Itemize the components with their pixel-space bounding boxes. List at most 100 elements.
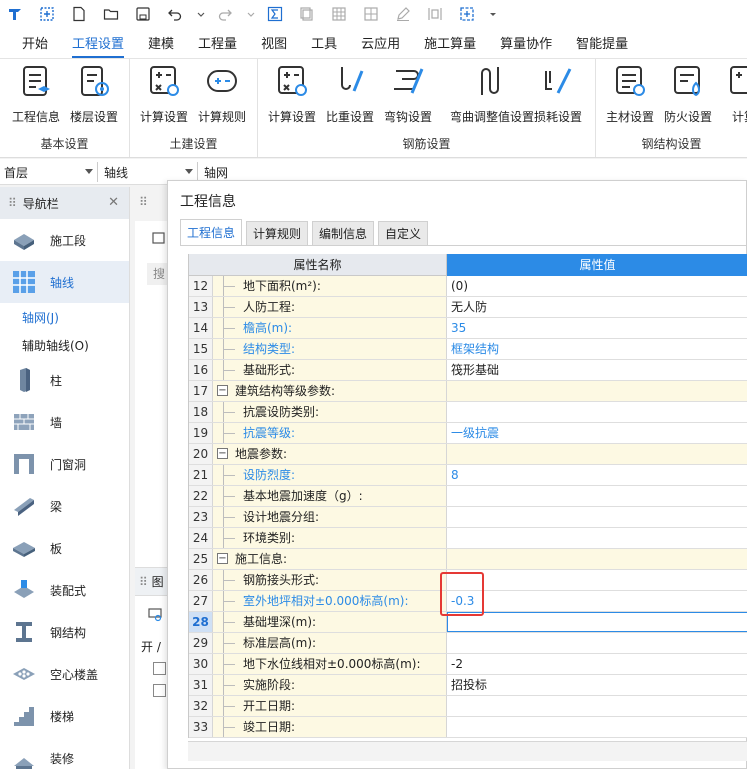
menu-cloud[interactable]: 云应用 bbox=[349, 33, 412, 58]
table-icon[interactable] bbox=[328, 3, 350, 25]
new-component-icon[interactable] bbox=[151, 229, 167, 245]
property-row[interactable]: 13 人防工程: 无人防 bbox=[189, 297, 747, 318]
chevron-down-icon[interactable] bbox=[196, 3, 206, 25]
property-row[interactable]: 12 地下面积(m²): (0) bbox=[189, 276, 747, 297]
property-row[interactable]: 24 环境类别: bbox=[189, 528, 747, 549]
app-logo-icon[interactable] bbox=[4, 3, 26, 25]
menu-collaboration[interactable]: 算量协作 bbox=[488, 33, 564, 58]
nav-item-beam[interactable]: 梁 bbox=[0, 485, 129, 527]
group-row[interactable]: 17− 建筑结构等级参数: bbox=[189, 381, 747, 402]
project-info-button[interactable]: 工程信息 bbox=[6, 63, 66, 125]
property-value-cell[interactable] bbox=[447, 612, 747, 632]
layer-checkbox[interactable] bbox=[153, 662, 166, 675]
loss-settings-button[interactable]: 损耗设置 bbox=[528, 63, 588, 125]
menu-quantity[interactable]: 工程量 bbox=[186, 33, 249, 58]
nav-item-door-window[interactable]: 门窗洞 bbox=[0, 443, 129, 485]
nav-item-steel-structure[interactable]: 钢结构 bbox=[0, 611, 129, 653]
main-material-settings-button[interactable]: 主材设置 bbox=[600, 63, 660, 125]
nav-item-prefab[interactable]: 装配式 bbox=[0, 569, 129, 611]
new-window-icon[interactable] bbox=[36, 3, 58, 25]
group-row[interactable]: 25− 施工信息: bbox=[189, 549, 747, 570]
property-value-cell[interactable] bbox=[447, 486, 747, 506]
collapse-icon[interactable]: − bbox=[217, 553, 228, 564]
nav-item-hollow-floor[interactable]: 空心楼盖 bbox=[0, 653, 129, 695]
property-value-cell[interactable]: -0.3 bbox=[447, 591, 747, 611]
property-row[interactable]: 16 基础形式: 筏形基础 bbox=[189, 360, 747, 381]
property-value-cell[interactable] bbox=[447, 528, 747, 548]
property-row[interactable]: 22 基本地震加速度（g）: bbox=[189, 486, 747, 507]
redo-icon[interactable] bbox=[214, 3, 236, 25]
drag-handle-icon[interactable]: ⠿ bbox=[139, 195, 148, 209]
property-value-cell[interactable] bbox=[447, 381, 747, 401]
property-value-cell[interactable] bbox=[447, 717, 747, 737]
property-row[interactable]: 23 设计地震分组: bbox=[189, 507, 747, 528]
calc-rules-button[interactable]: 计算规则 bbox=[192, 63, 252, 125]
open-folder-icon[interactable] bbox=[100, 3, 122, 25]
component-type-select[interactable]: 轴线 bbox=[100, 162, 198, 182]
nav-item-axis[interactable]: 轴线 bbox=[0, 261, 129, 303]
nav-item-column[interactable]: 柱 bbox=[0, 359, 129, 401]
steel-calc-button[interactable]: 计算 bbox=[714, 63, 747, 125]
tab-custom[interactable]: 自定义 bbox=[378, 221, 429, 245]
property-value-cell[interactable]: 一级抗震 bbox=[447, 423, 747, 443]
grid-icon[interactable] bbox=[360, 3, 382, 25]
copy-icon[interactable] bbox=[296, 3, 318, 25]
property-value-cell[interactable] bbox=[447, 696, 747, 716]
menu-smart-extract[interactable]: 智能提量 bbox=[564, 33, 640, 58]
sum-icon[interactable] bbox=[264, 3, 286, 25]
edit-icon[interactable] bbox=[392, 3, 414, 25]
civil-calc-settings-button[interactable]: 计算设置 bbox=[134, 63, 194, 125]
drag-handle-icon[interactable]: ⠿ bbox=[8, 196, 17, 210]
property-row[interactable]: 31 实施阶段: 招投标 bbox=[189, 675, 747, 696]
density-settings-button[interactable]: 比重设置 bbox=[320, 63, 380, 125]
property-value-cell[interactable] bbox=[447, 570, 747, 590]
property-value-cell[interactable]: 框架结构 bbox=[447, 339, 747, 359]
component-select[interactable]: 轴网 bbox=[200, 162, 300, 182]
property-row[interactable]: 29 标准层高(m): bbox=[189, 633, 747, 654]
layer-icon[interactable] bbox=[147, 606, 163, 622]
bend-adjust-settings-button[interactable]: 弯曲调整值设置 bbox=[450, 63, 534, 125]
property-value-cell[interactable]: -2 bbox=[447, 654, 747, 674]
nav-item-stair[interactable]: 楼梯 bbox=[0, 695, 129, 737]
close-icon[interactable]: ✕ bbox=[108, 195, 119, 210]
nav-item-slab[interactable]: 板 bbox=[0, 527, 129, 569]
property-value-cell[interactable] bbox=[447, 444, 747, 464]
nav-item-construction-section[interactable]: 施工段 bbox=[0, 219, 129, 261]
floor-select[interactable]: 首层 bbox=[0, 162, 98, 182]
property-value-cell[interactable] bbox=[447, 633, 747, 653]
menu-view[interactable]: 视图 bbox=[249, 33, 299, 58]
align-icon[interactable] bbox=[424, 3, 446, 25]
property-row[interactable]: 15 结构类型: 框架结构 bbox=[189, 339, 747, 360]
property-row[interactable]: 30 地下水位线相对±0.000标高(m): -2 bbox=[189, 654, 747, 675]
group-row[interactable]: 20− 地震参数: bbox=[189, 444, 747, 465]
property-value-cell[interactable]: 35 bbox=[447, 318, 747, 338]
collapse-icon[interactable]: − bbox=[217, 448, 228, 459]
menu-project-settings[interactable]: 工程设置 bbox=[60, 33, 136, 58]
collapse-icon[interactable]: − bbox=[217, 385, 228, 396]
menu-construction-quantity[interactable]: 施工算量 bbox=[412, 33, 488, 58]
tab-calc-rules[interactable]: 计算规则 bbox=[246, 221, 309, 245]
property-value-cell[interactable]: 筏形基础 bbox=[447, 360, 747, 380]
tab-compile-info[interactable]: 编制信息 bbox=[312, 221, 375, 245]
overflow-icon[interactable] bbox=[488, 3, 498, 25]
nav-item-decoration[interactable]: 装修 bbox=[0, 737, 129, 769]
nav-item-wall[interactable]: 墙 bbox=[0, 401, 129, 443]
property-value-cell[interactable]: 无人防 bbox=[447, 297, 747, 317]
property-value-cell[interactable]: 招投标 bbox=[447, 675, 747, 695]
property-row[interactable]: 33 竣工日期: bbox=[189, 717, 747, 738]
property-row[interactable]: 18 抗震设防类别: bbox=[189, 402, 747, 423]
rebar-calc-settings-button[interactable]: 计算设置 bbox=[262, 63, 322, 125]
add-view-icon[interactable] bbox=[456, 3, 478, 25]
property-row[interactable]: 21 设防烈度: 8 bbox=[189, 465, 747, 486]
menu-tools[interactable]: 工具 bbox=[299, 33, 349, 58]
chevron-down-icon[interactable] bbox=[246, 3, 256, 25]
fireproof-settings-button[interactable]: 防火设置 bbox=[658, 63, 718, 125]
property-row[interactable]: 19 抗震等级: 一级抗震 bbox=[189, 423, 747, 444]
floor-settings-button[interactable]: 楼层设置 bbox=[64, 63, 124, 125]
property-value-cell[interactable] bbox=[447, 507, 747, 527]
menu-modeling[interactable]: 建模 bbox=[136, 33, 186, 58]
save-icon[interactable] bbox=[132, 3, 154, 25]
property-row[interactable]: 32 开工日期: bbox=[189, 696, 747, 717]
nav-subitem-aux-axis[interactable]: 辅助轴线(O) bbox=[0, 331, 129, 359]
property-row[interactable]: 14 檐高(m): 35 bbox=[189, 318, 747, 339]
